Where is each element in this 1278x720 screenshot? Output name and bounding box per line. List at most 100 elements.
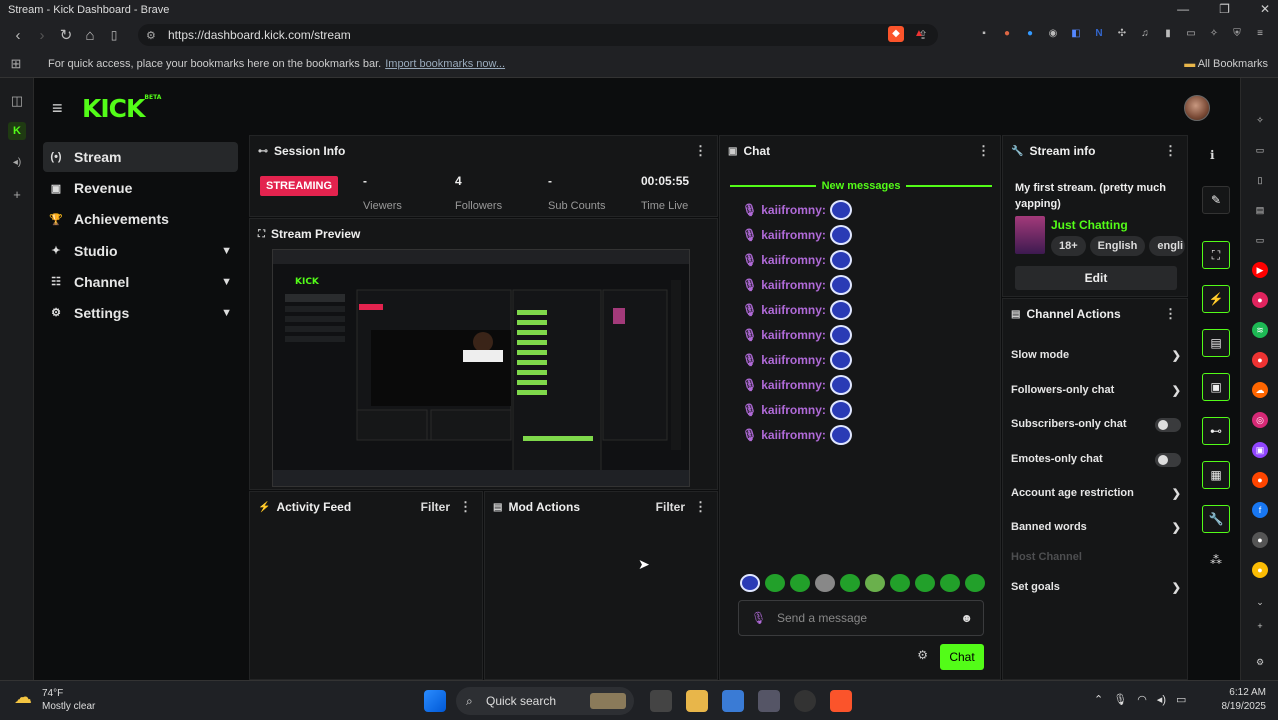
wallet-icon[interactable]: ▭: [1183, 26, 1199, 42]
chat-message[interactable]: 🎙 kaiifromny:: [742, 200, 852, 220]
emote-button[interactable]: [940, 574, 960, 592]
preview-tool-icon[interactable]: ⛶: [1202, 241, 1230, 269]
minimize-button[interactable]: —: [1177, 2, 1189, 16]
forward-icon[interactable]: ›: [30, 27, 54, 44]
chat-message[interactable]: 🎙 kaiifromny:: [742, 300, 852, 320]
hamburger-menu-icon[interactable]: ≡: [52, 98, 63, 119]
emote-button[interactable]: [765, 574, 785, 592]
wallet-icon[interactable]: ▭: [1252, 232, 1268, 248]
emote-button[interactable]: [915, 574, 935, 592]
address-bar[interactable]: ⚙ https://dashboard.kick.com/stream ⇪: [138, 24, 938, 46]
sidebar-panel-icon[interactable]: ◫: [8, 92, 26, 110]
chat-username[interactable]: kaiifromny:: [761, 278, 826, 292]
edit-stream-info-button[interactable]: Edit: [1015, 266, 1177, 290]
chat-username[interactable]: kaiifromny:: [761, 303, 826, 317]
send-chat-button[interactable]: Chat: [940, 644, 984, 670]
speaker-icon[interactable]: ◂): [8, 154, 26, 172]
youtube-icon[interactable]: ▶: [1252, 262, 1268, 278]
app-icon[interactable]: ●: [1252, 292, 1268, 308]
all-bookmarks-button[interactable]: ▬ All Bookmarks: [1184, 58, 1268, 70]
task-view-icon[interactable]: [650, 690, 672, 712]
info-icon[interactable]: ℹ: [1210, 148, 1215, 162]
chat-message[interactable]: 🎙 kaiifromny:: [742, 225, 852, 245]
clock[interactable]: 6:12 AM 8/19/2025: [1222, 686, 1267, 714]
emote-button[interactable]: [865, 574, 885, 592]
app-icon[interactable]: [722, 690, 744, 712]
chat-message[interactable]: 🎙 kaiifromny:: [742, 400, 852, 420]
close-window-button[interactable]: ✕: [1260, 2, 1270, 16]
chat-username[interactable]: kaiifromny:: [761, 203, 826, 217]
add-icon[interactable]: +: [8, 186, 26, 204]
settings-app-icon[interactable]: [758, 690, 780, 712]
leo-icon[interactable]: ✧: [1206, 26, 1222, 42]
edit-icon[interactable]: ✎: [1202, 186, 1230, 214]
stream-preview-video[interactable]: KICK: [272, 249, 690, 487]
chat-username[interactable]: kaiifromny:: [761, 353, 826, 367]
more-options-icon[interactable]: ⋮: [694, 499, 707, 515]
sidebar-item-channel[interactable]: ☷ Channel ▼: [43, 267, 238, 297]
chat-message[interactable]: 🎙 kaiifromny:: [742, 325, 852, 345]
brave-rewards-icon[interactable]: ▲: [911, 26, 927, 42]
chat-message-input[interactable]: 🎙 Send a message ☻: [738, 600, 984, 636]
chat-username[interactable]: kaiifromny:: [761, 378, 826, 392]
more-options-icon[interactable]: ⋮: [977, 143, 990, 159]
instagram-icon[interactable]: ◎: [1252, 412, 1268, 428]
emote-button[interactable]: [740, 574, 760, 592]
twitch-icon[interactable]: ▣: [1252, 442, 1268, 458]
account-age-restriction-item[interactable]: Account age restriction ❯: [1011, 487, 1181, 500]
set-goals-item[interactable]: Set goals ❯: [1011, 581, 1181, 594]
extensions-puzzle-icon[interactable]: ✣: [1114, 26, 1130, 42]
activity-filter-button[interactable]: Filter: [421, 500, 450, 514]
chevron-up-icon[interactable]: ⌃: [1094, 693, 1103, 706]
extension-icon[interactable]: ●: [1022, 26, 1038, 42]
leo-icon[interactable]: ✧: [1252, 112, 1268, 128]
stream-category[interactable]: Just Chatting: [1051, 218, 1128, 232]
extension-icon[interactable]: ◉: [1045, 26, 1061, 42]
back-icon[interactable]: ‹: [6, 27, 30, 44]
kick-tab-icon[interactable]: K: [8, 122, 26, 140]
more-options-icon[interactable]: ⋮: [1164, 143, 1177, 159]
facebook-icon[interactable]: f: [1252, 502, 1268, 518]
taskbar-search[interactable]: ⌕ Quick search: [456, 687, 634, 715]
chat-username[interactable]: kaiifromny:: [761, 228, 826, 242]
extension-icon[interactable]: N: [1091, 26, 1107, 42]
chat-username[interactable]: kaiifromny:: [761, 403, 826, 417]
brave-browser-icon[interactable]: [830, 690, 852, 712]
weather-widget[interactable]: 74°F Mostly clear: [42, 687, 95, 713]
maximize-button[interactable]: ❐: [1219, 2, 1230, 16]
apps-grid-icon[interactable]: ⊞: [0, 56, 32, 72]
wifi-icon[interactable]: ◠: [1137, 693, 1147, 706]
soundcloud-icon[interactable]: ☁: [1252, 382, 1268, 398]
app-icon[interactable]: ●: [1252, 562, 1268, 578]
kick-logo[interactable]: KICKBETA: [82, 94, 161, 123]
emote-button[interactable]: [840, 574, 860, 592]
chat-message[interactable]: 🎙 kaiifromny:: [742, 425, 852, 445]
chat-username[interactable]: kaiifromny:: [761, 253, 826, 267]
user-avatar[interactable]: [1184, 95, 1210, 121]
sidebar-item-revenue[interactable]: ▣ Revenue: [43, 173, 238, 203]
bookmark-icon[interactable]: ▯: [102, 28, 126, 42]
sidebar-item-studio[interactable]: ✦ Studio ▼: [43, 236, 238, 266]
reading-list-icon[interactable]: ▭: [1252, 142, 1268, 158]
extension-icon[interactable]: ◧: [1068, 26, 1084, 42]
chat-message[interactable]: 🎙 kaiifromny:: [742, 350, 852, 370]
reload-icon[interactable]: ↻: [54, 26, 78, 44]
import-bookmarks-link[interactable]: Import bookmarks now...: [385, 58, 505, 70]
chat-tool-icon[interactable]: ▣: [1202, 373, 1230, 401]
wrench-tool-icon[interactable]: 🔧: [1202, 505, 1230, 533]
chat-username[interactable]: kaiifromny:: [761, 328, 826, 342]
banned-words-item[interactable]: Banned words ❯: [1011, 521, 1181, 534]
vpn-icon[interactable]: ⛨: [1229, 26, 1245, 42]
broadcast-tool-icon[interactable]: ⊷: [1202, 417, 1230, 445]
file-explorer-icon[interactable]: [686, 690, 708, 712]
chevron-down-icon[interactable]: ⌄: [1252, 594, 1268, 610]
lightning-tool-icon[interactable]: ⚡: [1202, 285, 1230, 313]
app-icon[interactable]: ●: [1252, 532, 1268, 548]
more-options-icon[interactable]: ⋮: [694, 143, 707, 159]
battery-icon[interactable]: ▭: [1176, 693, 1186, 706]
sidebar-item-achievements[interactable]: 🏆 Achievements: [43, 204, 238, 234]
sidebar-item-settings[interactable]: ⚙ Settings ▼: [43, 298, 238, 328]
more-options-icon[interactable]: ⋮: [459, 499, 472, 515]
slow-mode-item[interactable]: Slow mode ❯: [1011, 349, 1181, 362]
emote-button[interactable]: [815, 574, 835, 592]
